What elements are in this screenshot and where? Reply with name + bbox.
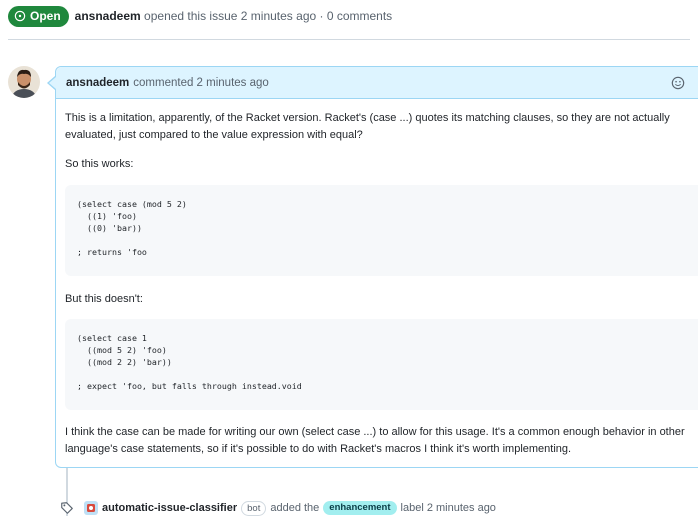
code-block-2: (select case 1 ((mod 5 2) 'foo) ((mod 2 … (65, 319, 698, 410)
issue-meta: ansnadeem opened this issue 2 minutes ag… (75, 9, 393, 23)
issue-author-link[interactable]: ansnadeem (75, 9, 141, 23)
comment-paragraph-2: So this works: (65, 158, 134, 170)
issue-opened-icon (14, 10, 26, 22)
avatar[interactable] (8, 66, 40, 98)
bot-badge: bot (241, 500, 267, 516)
open-status-badge: Open (8, 5, 69, 27)
comment-author-link[interactable]: ansnadeem (66, 77, 129, 89)
issue-meta-text: opened this issue 2 minutes ago · 0 comm… (144, 9, 393, 23)
bot-avatar[interactable] (84, 501, 98, 515)
comment-paragraph-3: But this doesn't: (65, 293, 143, 305)
tag-icon (61, 502, 73, 514)
comment-meta[interactable]: commented 2 minutes ago (133, 77, 269, 89)
code-block-1: (select case (mod 5 2) ((1) 'foo) ((0) '… (65, 185, 698, 276)
comment-header: ansnadeem commented 2 minutes ago (56, 67, 698, 99)
issue-header: Open ansnadeem opened this issue 2 minut… (8, 5, 392, 27)
comment-paragraph-4: I think the case can be made for writing… (65, 426, 685, 455)
comment-paragraph-1: This is a limitation, apparently, of the… (65, 112, 670, 141)
event-action: added the (270, 502, 320, 514)
header-divider (8, 39, 690, 40)
comment-pointer-inner (49, 77, 56, 89)
status-label: Open (30, 9, 61, 23)
event-suffix: label 2 minutes ago (400, 502, 496, 514)
smiley-icon[interactable] (671, 76, 685, 90)
label-event: automatic-issue-classifier bot added the… (60, 500, 496, 516)
bot-name-link[interactable]: automatic-issue-classifier (102, 502, 237, 514)
enhancement-label[interactable]: enhancement (323, 501, 397, 515)
